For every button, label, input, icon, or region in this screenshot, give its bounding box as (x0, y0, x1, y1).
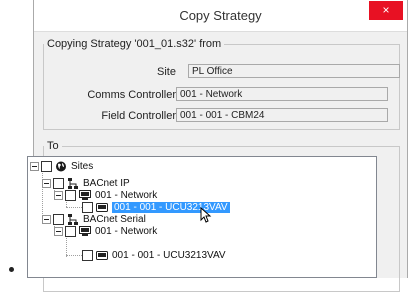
mouse-cursor-icon (200, 207, 212, 223)
to-legend: To (47, 140, 59, 152)
controller-icon (79, 190, 91, 200)
tree-checkbox[interactable] (82, 202, 93, 213)
site-field: PL Office (188, 64, 400, 78)
comms-controller-label: Comms Controller (87, 89, 176, 101)
tree-item-device-serial[interactable]: 001 - 001 - UCU3213VAV (82, 249, 226, 262)
target-tree[interactable]: Sites BACnet IP 001 - Network 001 - 001 … (27, 156, 377, 278)
tree-checkbox[interactable] (65, 190, 76, 201)
bullet-dot (9, 267, 14, 272)
collapse-toggle[interactable] (42, 215, 51, 224)
tree-checkbox[interactable] (41, 161, 52, 172)
tree-checkbox[interactable] (53, 214, 64, 225)
tree-checkbox[interactable] (65, 226, 76, 237)
tree-item-label: 001 - 001 - UCU3213VAV (112, 250, 226, 261)
device-icon (96, 203, 108, 212)
tree-item-label: 001 - Network (95, 226, 158, 237)
dialog-title: Copy Strategy (179, 8, 262, 23)
controller-icon (79, 226, 91, 236)
network-icon (68, 214, 78, 225)
globe-icon (56, 161, 66, 172)
field-controller-label: Field Controller (101, 110, 176, 122)
title-bar: Copy Strategy × (34, 0, 407, 32)
tree-item-label: 001 - Network (95, 190, 158, 201)
tree-item-network-serial[interactable]: 001 - Network (54, 225, 157, 238)
tree-checkbox[interactable] (53, 178, 64, 189)
comms-controller-field: 001 - Network (176, 87, 388, 101)
collapse-toggle[interactable] (30, 162, 39, 171)
tree-item-sites[interactable]: Sites (30, 160, 93, 173)
site-label: Site (157, 66, 176, 78)
tree-item-label: Sites (71, 161, 94, 172)
collapse-toggle[interactable] (54, 191, 63, 200)
tree-item-label: BACnet Serial (83, 214, 146, 225)
tree-checkbox[interactable] (82, 250, 93, 261)
copying-from-legend: Copying Strategy '001_01.s32' from (47, 38, 222, 50)
close-button[interactable]: × (369, 1, 403, 20)
tree-item-label: BACnet IP (83, 178, 130, 189)
field-controller-field: 001 - 001 - CBM24 (176, 108, 388, 122)
collapse-toggle[interactable] (54, 227, 63, 236)
device-icon (96, 251, 108, 260)
network-icon (68, 178, 78, 189)
collapse-toggle[interactable] (42, 179, 51, 188)
